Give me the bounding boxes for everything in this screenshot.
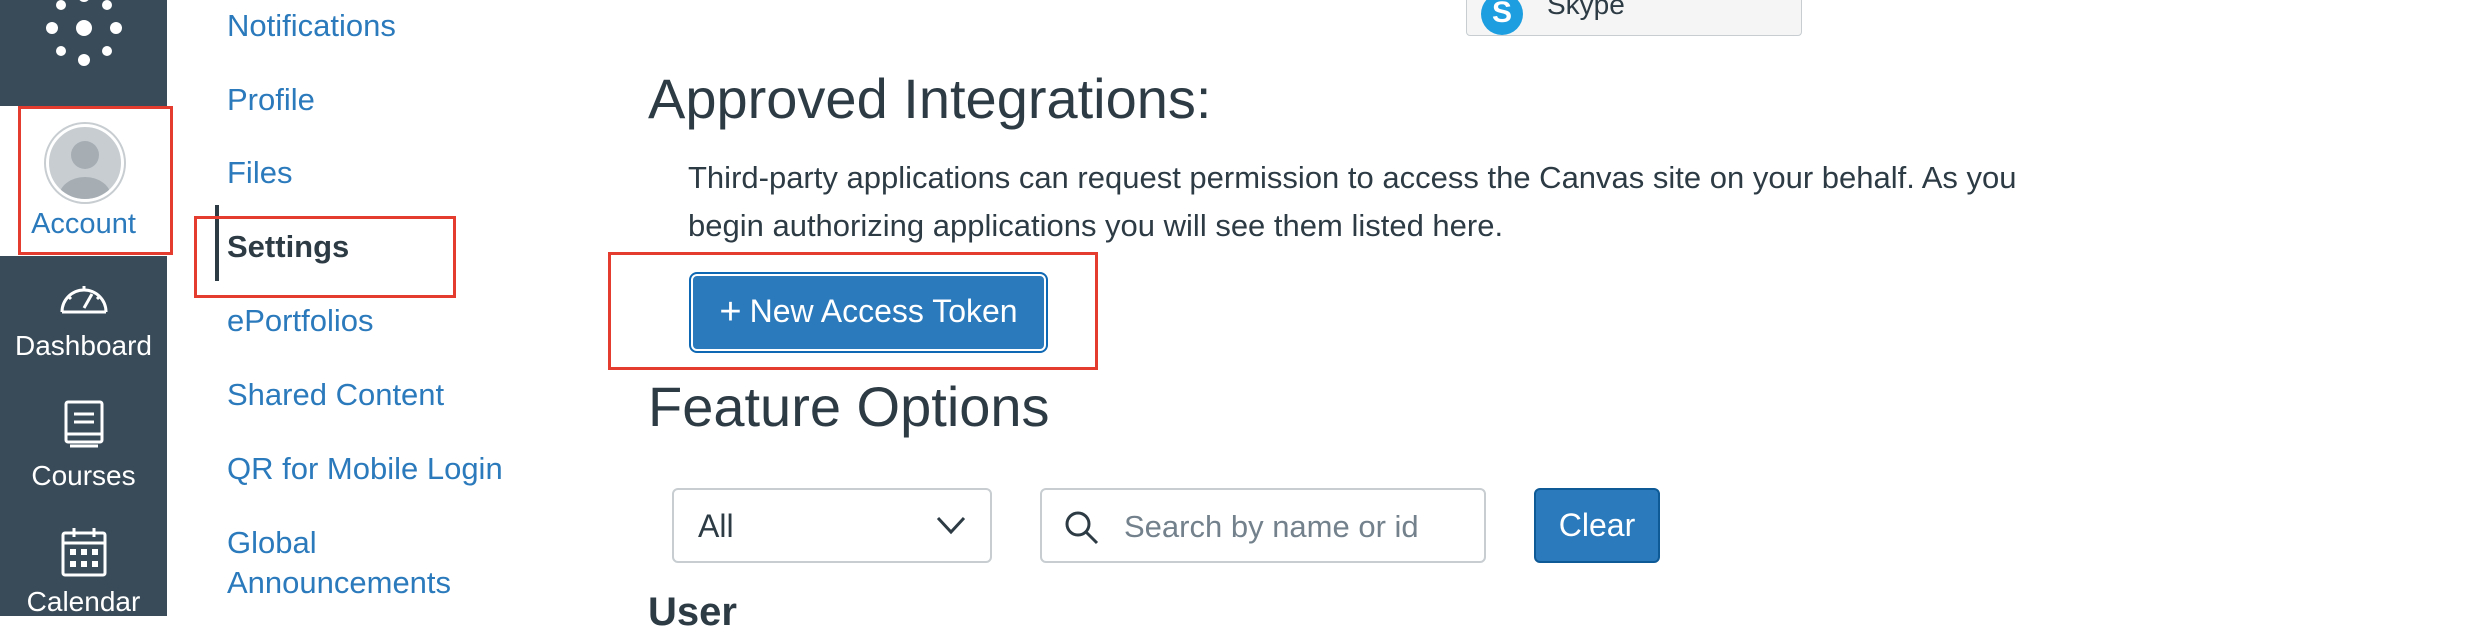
nav-link-shared-content[interactable]: Shared Content <box>227 374 444 415</box>
calendar-label: Calendar <box>26 586 141 617</box>
nav-link-qr-mobile-login[interactable]: QR for Mobile Login <box>227 448 503 489</box>
chevron-down-icon <box>936 516 966 535</box>
courses-nav-item[interactable]: Courses <box>0 400 167 492</box>
feature-filter-value: All <box>698 508 734 544</box>
skype-label: Skype <box>1547 0 1625 20</box>
avatar <box>46 124 124 202</box>
nav-link-global-announcements[interactable]: Global <box>227 522 317 563</box>
new-access-token-button[interactable]: + New Access Token <box>691 274 1046 351</box>
courses-icon <box>64 400 103 448</box>
nav-link-eportfolios[interactable]: ePortfolios <box>227 300 373 341</box>
nav-link-profile[interactable]: Profile <box>227 79 315 120</box>
feature-search-field[interactable] <box>1040 488 1486 563</box>
global-nav: Account Dashboard Courses Calendar <box>0 0 167 618</box>
user-icon <box>59 141 111 199</box>
search-icon <box>1065 511 1099 545</box>
account-nav-item[interactable]: Account <box>0 106 167 256</box>
nav-link-files[interactable]: Files <box>227 152 292 193</box>
skype-icon: S <box>1481 0 1523 35</box>
active-indicator <box>215 205 219 281</box>
approved-integrations-heading: Approved Integrations: <box>648 67 1212 130</box>
account-label: Account <box>31 208 136 240</box>
feature-filter-select[interactable]: All <box>672 488 992 563</box>
nav-link-settings[interactable]: Settings <box>227 226 349 267</box>
approved-integrations-description: Third-party applications can request per… <box>688 160 2017 243</box>
new-access-token-label: New Access Token <box>749 293 1018 329</box>
canvas-logo-icon[interactable] <box>38 0 130 66</box>
clear-button[interactable]: Clear <box>1534 488 1660 563</box>
plus-icon: + <box>719 291 742 333</box>
dashboard-label: Dashboard <box>15 330 152 361</box>
feature-search-input[interactable] <box>1122 504 1466 550</box>
calendar-icon <box>61 528 106 577</box>
nav-link-global-announcements-line2[interactable]: Announcements <box>227 562 451 603</box>
user-features-subheading: User <box>648 590 737 634</box>
nav-link-notifications[interactable]: Notifications <box>227 5 396 46</box>
dashboard-nav-item[interactable]: Dashboard <box>0 278 167 362</box>
calendar-nav-item[interactable]: Calendar <box>0 526 167 618</box>
dashboard-icon <box>60 286 107 314</box>
feature-options-heading: Feature Options <box>648 375 1050 438</box>
skype-service-button[interactable]: S Skype <box>1466 0 1802 36</box>
courses-label: Courses <box>31 460 136 491</box>
